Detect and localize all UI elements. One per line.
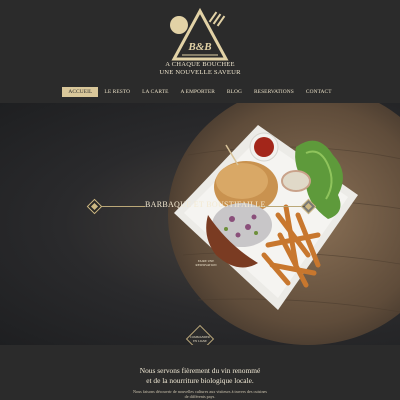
order-line-2: EN LIGNE bbox=[193, 338, 207, 343]
diamond-ornament-left bbox=[86, 198, 103, 215]
tagline-line-1: A CHAQUE BOUCHEE bbox=[165, 61, 235, 68]
intro-subtext: Nous faisons découvrir de nouvelles cult… bbox=[0, 389, 400, 399]
restaurant-logo[interactable]: B&B bbox=[166, 7, 234, 63]
nav-item-blog[interactable]: BLOG bbox=[221, 87, 248, 97]
intro-heading-line-1: Nous servons fièrement du vin renommé bbox=[139, 366, 261, 375]
hero-divider-left bbox=[101, 206, 145, 207]
nav-item-le-resto[interactable]: LE RESTO bbox=[98, 87, 136, 97]
intro-heading: Nous servons fièrement du vin renommé et… bbox=[0, 366, 400, 386]
hero-title-row: BARBAQUE ET BOUSTIFAILLE bbox=[0, 198, 400, 215]
intro-sub-line-2: de différents pays. bbox=[184, 394, 216, 399]
reservation-link[interactable]: FAIRE UNE RESERVATION bbox=[189, 259, 223, 267]
burger-plate-image bbox=[168, 103, 400, 345]
tagline-line-2: UNE NOUVELLE SAVEUR bbox=[159, 69, 241, 76]
main-nav: ACCUEIL LE RESTO LA CARTE A EMPORTER BLO… bbox=[0, 87, 400, 97]
nav-item-reservations[interactable]: RESERVATIONS bbox=[248, 87, 300, 97]
hero-banner: BARBAQUE ET BOUSTIFAILLE FAIRE UNE RESER… bbox=[0, 103, 400, 345]
intro-section: Nous servons fièrement du vin renommé et… bbox=[0, 345, 400, 400]
nav-item-a-emporter[interactable]: A EMPORTER bbox=[175, 87, 221, 97]
intro-heading-line-2: et de la nourriture biologique locale. bbox=[146, 376, 254, 385]
reservation-line-2: RESERVATION bbox=[195, 263, 217, 267]
nav-item-la-carte[interactable]: LA CARTE bbox=[136, 87, 174, 97]
logo-text: B&B bbox=[187, 41, 211, 53]
diamond-ornament-right bbox=[300, 198, 317, 215]
tagline: A CHAQUE BOUCHEE UNE NOUVELLE SAVEUR bbox=[0, 61, 400, 77]
nav-item-accueil[interactable]: ACCUEIL bbox=[62, 87, 99, 97]
nav-item-contact[interactable]: CONTACT bbox=[300, 87, 338, 97]
site-header: B&B A CHAQUE BOUCHEE UNE NOUVELLE SAVEUR… bbox=[0, 0, 400, 103]
hero-title: BARBAQUE ET BOUSTIFAILLE bbox=[145, 200, 266, 209]
order-online-label[interactable]: COMMANDER EN LIGNE bbox=[180, 335, 220, 343]
